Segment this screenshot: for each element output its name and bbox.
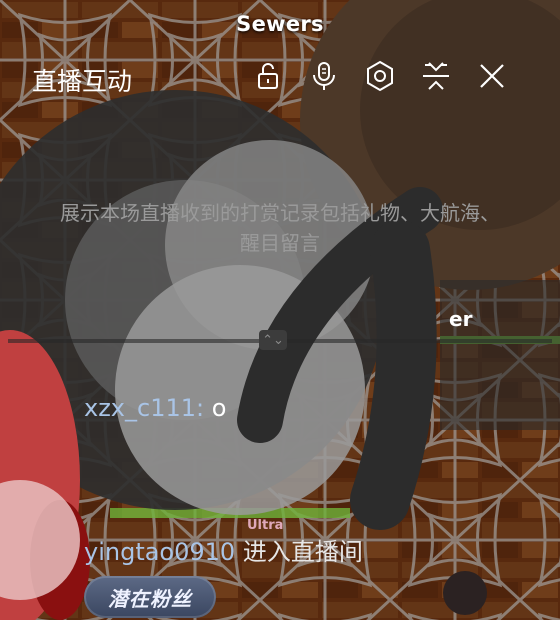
close-button[interactable]: [472, 56, 512, 96]
panel-title: 直播互动: [32, 67, 133, 96]
game-name-fragment: er: [449, 307, 473, 331]
lock-button[interactable]: [248, 56, 288, 96]
lock-icon: [258, 63, 278, 89]
chat-message: xzx_c111: o: [84, 394, 226, 422]
chat-username[interactable]: yingtao0910: [84, 538, 235, 566]
resize-handle[interactable]: ⌃⌄: [259, 330, 287, 350]
ultra-tag: Ultra: [247, 518, 284, 533]
potential-fan-badge: 潜在粉丝: [84, 576, 216, 618]
game-area-title: Sewers: [236, 12, 324, 36]
collapse-icon: [423, 62, 449, 90]
chevron-updown-icon: ⌃⌄: [262, 332, 284, 348]
microphone-icon: [313, 62, 335, 90]
close-icon: [480, 64, 504, 88]
microphone-button[interactable]: [304, 56, 344, 96]
gift-record-empty-hint: 展示本场直播收到的打赏记录包括礼物、大航海、醒目留言: [60, 201, 500, 255]
settings-hexagon-icon: [367, 60, 393, 92]
chat-text: o: [211, 394, 227, 422]
collapse-button[interactable]: [416, 56, 456, 96]
settings-button[interactable]: [360, 56, 400, 96]
panel-header: 直播互动: [0, 40, 560, 112]
chat-enter-notice: yingtao0910 进入直播间: [84, 532, 363, 567]
chat-enter-text: 进入直播间: [242, 538, 363, 566]
chat-username[interactable]: xzx_c111:: [84, 394, 204, 422]
